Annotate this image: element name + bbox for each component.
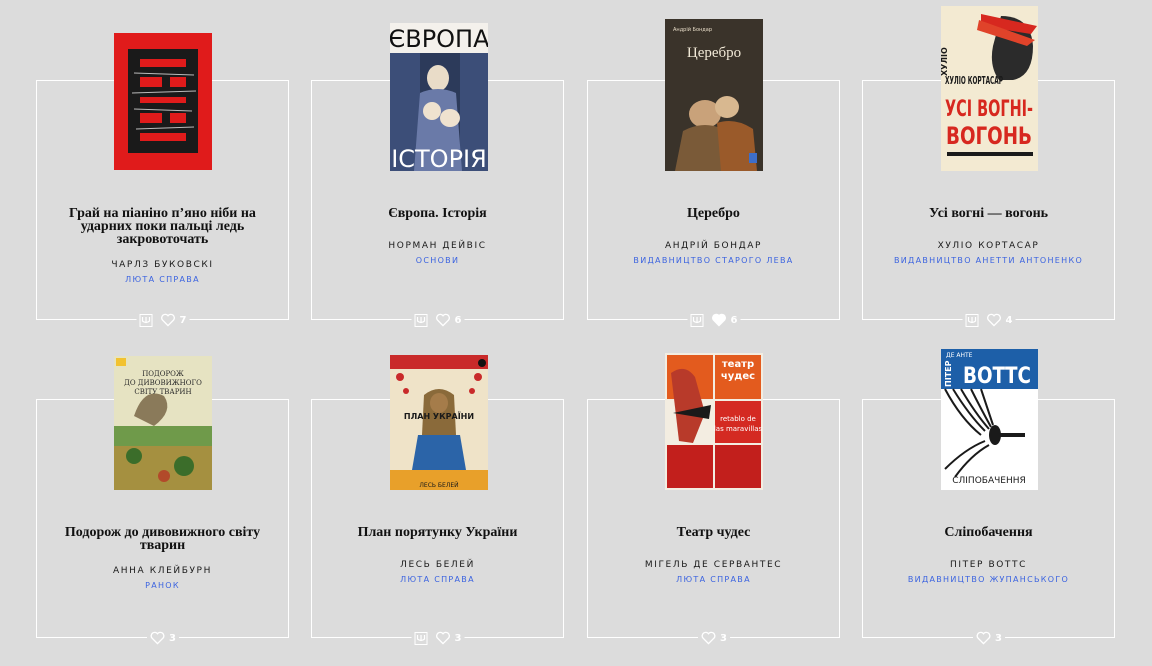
book-publisher[interactable]: ВИДАВНИЦТВО ЖУПАНСЬКОГО — [862, 575, 1115, 584]
svg-text:ВОГОНЬ: ВОГОНЬ — [946, 122, 1032, 150]
svg-text:ДО ДИВОВИЖНОГО: ДО ДИВОВИЖНОГО — [124, 379, 202, 387]
book-author[interactable]: МІГЕЛЬ ДЕ СЕРВАНТЕС — [587, 560, 840, 570]
book-publisher[interactable]: ОСНОВИ — [311, 256, 564, 265]
book-title[interactable]: Театр чудес — [606, 526, 821, 540]
book-author[interactable]: ЧАРЛЗ БУКОВСКІ — [36, 260, 289, 270]
card-footer: 7 — [136, 313, 190, 327]
book-publisher[interactable]: ЛЮТА СПРАВА — [311, 575, 564, 584]
book-title[interactable]: Сліпобачення — [881, 526, 1096, 540]
book-author[interactable]: ХУЛІО КОРТАСАР — [862, 241, 1115, 251]
card-footer: 3 — [973, 631, 1005, 645]
svg-text:ПЛАН УКРАЇНИ: ПЛАН УКРАЇНИ — [404, 411, 474, 421]
heart-icon[interactable] — [987, 313, 1002, 327]
svg-text:СВІТУ ТВАРИН: СВІТУ ТВАРИН — [134, 388, 191, 396]
like-count: 3 — [169, 632, 176, 644]
svg-text:СЛІПОБАЧЕННЯ: СЛІПОБАЧЕННЯ — [952, 476, 1026, 486]
cover-title: Церебро — [687, 45, 741, 61]
book-cover[interactable]: театр чудес retablo de las maravillas — [665, 353, 763, 490]
book-cover[interactable]: ПОДОРОЖ ДО ДИВОВИЖНОГО СВІТУ ТВАРИН — [114, 356, 212, 490]
card-footer: 3 — [698, 631, 730, 645]
heart-icon[interactable] — [436, 313, 451, 327]
trident-badge-icon — [965, 313, 979, 327]
book-cover[interactable]: ДЕ АНТЕ ПІТЕР ВОТТС СЛІПОБАЧЕННЯ — [941, 349, 1038, 490]
card-footer: 6 — [411, 313, 465, 327]
book-title[interactable]: Церебро — [606, 207, 821, 221]
trident-badge-icon — [414, 313, 428, 327]
book-cover[interactable]: ПЛАН УКРАЇНИ ЛЕСЬ БЕЛЕЙ — [390, 355, 488, 490]
book-author[interactable]: ПІТЕР ВОТТС — [862, 560, 1115, 570]
svg-text:ПІТЕР: ПІТЕР — [944, 360, 953, 387]
cover-author: ХУЛІО КОРТАСАР — [945, 74, 1003, 87]
trident-badge-icon — [139, 313, 153, 327]
book-title[interactable]: Європа. Історія — [330, 207, 545, 221]
book-cover[interactable]: ХУЛІО ХУЛІО КОРТАСАР УСІ ВОГНІ- ВОГОНЬ — [941, 6, 1038, 171]
book-title[interactable]: План порятунку України — [330, 526, 545, 540]
heart-icon[interactable] — [436, 631, 451, 645]
svg-text:УСІ ВОГНІ-: УСІ ВОГНІ- — [945, 97, 1033, 122]
book-cover[interactable]: ЄВРОПА ІСТОРІЯ — [390, 23, 488, 171]
heart-filled-icon[interactable] — [712, 313, 727, 327]
svg-text:las maravillas: las maravillas — [714, 425, 763, 433]
heart-icon[interactable] — [701, 631, 716, 645]
book-author[interactable]: АННА КЛЕЙБУРН — [36, 566, 289, 576]
svg-text:retablo de: retablo de — [720, 415, 756, 423]
book-title[interactable]: Грай на піаніно п’яно ніби на ударних по… — [55, 207, 270, 247]
svg-text:театр: театр — [722, 359, 754, 370]
like-count: 6 — [730, 314, 738, 326]
heart-icon[interactable] — [150, 631, 165, 645]
svg-text:ЛЕСЬ БЕЛЕЙ: ЛЕСЬ БЕЛЕЙ — [419, 482, 458, 489]
card-footer: 6 — [687, 313, 741, 327]
card-footer: 3 — [147, 631, 179, 645]
trident-badge-icon — [690, 313, 704, 327]
book-author[interactable]: НОРМАН ДЕЙВІС — [311, 241, 564, 251]
cover-subtitle: ІСТОРІЯ — [391, 145, 487, 171]
book-publisher[interactable]: ВИДАВНИЦТВО СТАРОГО ЛЕВА — [587, 256, 840, 265]
like-count: 3 — [720, 632, 727, 644]
book-cover[interactable]: Андрій Бондар Церебро — [665, 19, 763, 171]
like-count: 3 — [995, 632, 1002, 644]
book-author[interactable]: АНДРІЙ БОНДАР — [587, 241, 840, 251]
book-publisher[interactable]: ЛЮТА СПРАВА — [36, 275, 289, 284]
book-title[interactable]: Подорож до дивовижного світу тварин — [55, 526, 270, 553]
trident-badge-icon — [414, 631, 428, 645]
cover-title: ЄВРОПА — [390, 25, 488, 53]
heart-icon[interactable] — [976, 631, 991, 645]
card-footer: 3 — [411, 631, 465, 645]
cover-author: ХУЛІО — [941, 47, 949, 76]
svg-text:чудес: чудес — [721, 371, 755, 382]
like-count: 7 — [179, 314, 187, 326]
svg-text:ДЕ АНТЕ: ДЕ АНТЕ — [946, 352, 973, 359]
like-count: 4 — [1005, 314, 1013, 326]
book-title[interactable]: Усі вогні — вогонь — [881, 207, 1096, 221]
like-count: 3 — [454, 632, 462, 644]
heart-icon[interactable] — [161, 313, 176, 327]
book-publisher[interactable]: РАНОК — [36, 581, 289, 590]
card-footer: 4 — [962, 313, 1016, 327]
svg-text:ВОТТС: ВОТТС — [963, 364, 1031, 389]
like-count: 6 — [454, 314, 462, 326]
book-author[interactable]: ЛЕСЬ БЕЛЕЙ — [311, 560, 564, 570]
book-publisher[interactable]: ВИДАВНИЦТВО АНЕТТИ АНТОНЕНКО — [862, 256, 1115, 265]
book-publisher[interactable]: ЛЮТА СПРАВА — [587, 575, 840, 584]
svg-text:ПОДОРОЖ: ПОДОРОЖ — [142, 370, 184, 378]
cover-author: Андрій Бондар — [673, 26, 712, 33]
book-cover[interactable] — [114, 33, 212, 170]
